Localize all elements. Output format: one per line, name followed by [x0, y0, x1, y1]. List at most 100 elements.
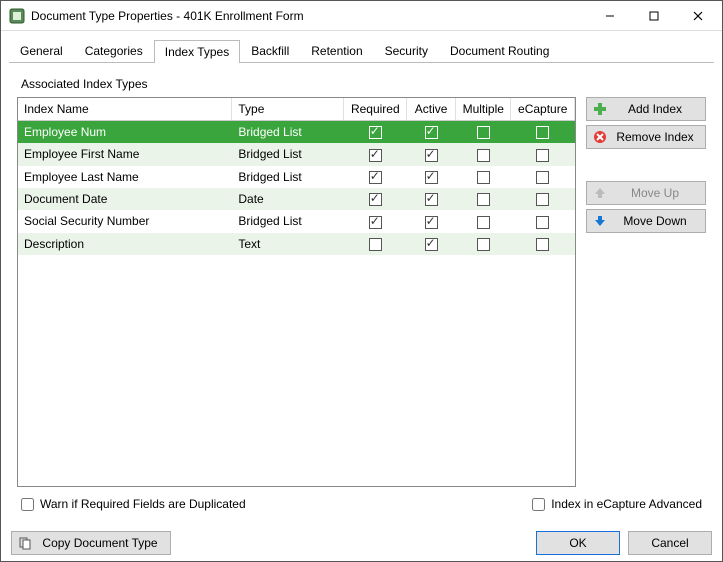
warn-duplicated-checkbox[interactable] [21, 498, 34, 511]
col-type[interactable]: Type [232, 98, 344, 121]
col-multiple[interactable]: Multiple [456, 98, 511, 121]
side-buttons: Add Index Remove Index Move Up Move Down [586, 97, 706, 487]
table-row[interactable]: Document DateDate [18, 188, 575, 210]
cell-index-name: Employee Num [18, 121, 232, 144]
remove-index-button[interactable]: Remove Index [586, 125, 706, 149]
required-checkbox[interactable] [369, 216, 382, 229]
cell-required [344, 188, 407, 210]
ecapture-advanced-label: Index in eCapture Advanced [551, 497, 702, 511]
window-title: Document Type Properties - 401K Enrollme… [31, 9, 588, 23]
close-button[interactable] [676, 2, 720, 30]
move-down-button[interactable]: Move Down [586, 209, 706, 233]
ecapture-checkbox[interactable] [536, 238, 549, 251]
move-up-label: Move Up [611, 186, 699, 200]
tab-security[interactable]: Security [374, 39, 439, 62]
required-checkbox[interactable] [369, 193, 382, 206]
required-checkbox[interactable] [369, 238, 382, 251]
table-row[interactable]: DescriptionText [18, 233, 575, 255]
col-required[interactable]: Required [344, 98, 407, 121]
cell-ecapture [511, 121, 575, 144]
cell-required [344, 233, 407, 255]
active-checkbox[interactable] [425, 193, 438, 206]
ecapture-checkbox[interactable] [536, 171, 549, 184]
active-checkbox[interactable] [425, 171, 438, 184]
cell-ecapture [511, 166, 575, 188]
active-checkbox[interactable] [425, 126, 438, 139]
copy-document-type-button[interactable]: Copy Document Type [11, 531, 171, 555]
cell-active [407, 143, 456, 165]
tab-retention[interactable]: Retention [300, 39, 373, 62]
tab-strip: GeneralCategoriesIndex TypesBackfillRete… [9, 39, 714, 63]
ecapture-checkbox[interactable] [536, 149, 549, 162]
multiple-checkbox[interactable] [477, 216, 490, 229]
tab-backfill[interactable]: Backfill [240, 39, 300, 62]
section-label: Associated Index Types [21, 77, 714, 91]
copy-document-type-label: Copy Document Type [36, 536, 164, 550]
ecapture-advanced-checkbox[interactable] [532, 498, 545, 511]
col-index-name[interactable]: Index Name [18, 98, 232, 121]
cell-ecapture [511, 143, 575, 165]
multiple-checkbox[interactable] [477, 193, 490, 206]
ecapture-checkbox[interactable] [536, 126, 549, 139]
table-row[interactable]: Employee NumBridged List [18, 121, 575, 144]
active-checkbox[interactable] [425, 216, 438, 229]
ecapture-checkbox[interactable] [536, 193, 549, 206]
arrow-up-icon [593, 186, 607, 200]
col-ecapture[interactable]: eCapture [511, 98, 575, 121]
required-checkbox[interactable] [369, 126, 382, 139]
minimize-button[interactable] [588, 2, 632, 30]
remove-index-label: Remove Index [611, 130, 699, 144]
cell-type: Bridged List [232, 143, 344, 165]
move-up-button[interactable]: Move Up [586, 181, 706, 205]
multiple-checkbox[interactable] [477, 149, 490, 162]
tab-index-types[interactable]: Index Types [154, 40, 241, 63]
cell-index-name: Employee Last Name [18, 166, 232, 188]
col-active[interactable]: Active [407, 98, 456, 121]
active-checkbox[interactable] [425, 149, 438, 162]
multiple-checkbox[interactable] [477, 238, 490, 251]
add-index-button[interactable]: Add Index [586, 97, 706, 121]
cell-required [344, 210, 407, 232]
required-checkbox[interactable] [369, 149, 382, 162]
ok-button[interactable]: OK [536, 531, 620, 555]
app-icon [9, 8, 25, 24]
cell-active [407, 210, 456, 232]
cancel-button[interactable]: Cancel [628, 531, 712, 555]
cell-index-name: Document Date [18, 188, 232, 210]
cell-multiple [456, 188, 511, 210]
plus-icon [593, 102, 607, 116]
multiple-checkbox[interactable] [477, 126, 490, 139]
window-controls [588, 2, 720, 30]
cell-index-name: Employee First Name [18, 143, 232, 165]
tab-document-routing[interactable]: Document Routing [439, 39, 560, 62]
cell-multiple [456, 121, 511, 144]
table-row[interactable]: Employee First NameBridged List [18, 143, 575, 165]
table-row[interactable]: Social Security NumberBridged List [18, 210, 575, 232]
warn-duplicated-label: Warn if Required Fields are Duplicated [40, 497, 246, 511]
warn-duplicated-option[interactable]: Warn if Required Fields are Duplicated [21, 497, 246, 511]
dialog-content: GeneralCategoriesIndex TypesBackfillRete… [1, 31, 722, 525]
cell-multiple [456, 143, 511, 165]
cell-type: Bridged List [232, 166, 344, 188]
maximize-button[interactable] [632, 2, 676, 30]
active-checkbox[interactable] [425, 238, 438, 251]
tab-general[interactable]: General [9, 39, 74, 62]
cell-type: Text [232, 233, 344, 255]
cell-required [344, 143, 407, 165]
cell-ecapture [511, 210, 575, 232]
cell-type: Bridged List [232, 121, 344, 144]
cell-required [344, 121, 407, 144]
ecapture-checkbox[interactable] [536, 216, 549, 229]
add-index-label: Add Index [611, 102, 699, 116]
cell-active [407, 188, 456, 210]
index-types-table: Index Name Type Required Active Multiple… [17, 97, 576, 487]
copy-icon [18, 536, 32, 550]
move-down-label: Move Down [611, 214, 699, 228]
ecapture-advanced-option[interactable]: Index in eCapture Advanced [532, 497, 702, 511]
multiple-checkbox[interactable] [477, 171, 490, 184]
cell-index-name: Description [18, 233, 232, 255]
dialog-footer: Copy Document Type OK Cancel [1, 525, 722, 561]
table-row[interactable]: Employee Last NameBridged List [18, 166, 575, 188]
tab-categories[interactable]: Categories [74, 39, 154, 62]
required-checkbox[interactable] [369, 171, 382, 184]
